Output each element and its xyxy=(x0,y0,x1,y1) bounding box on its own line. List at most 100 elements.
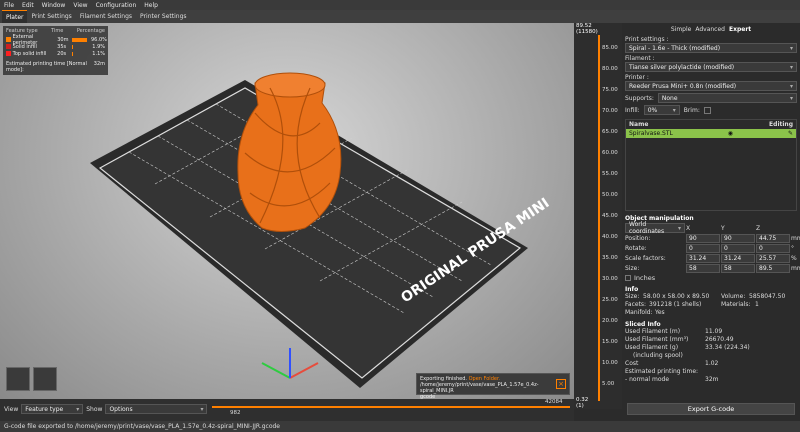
sliced-key: Cost xyxy=(625,360,639,367)
tab-bar: Plater Print Settings Filament Settings … xyxy=(0,10,800,23)
menu-help[interactable]: Help xyxy=(144,2,158,9)
rotate-x-input[interactable]: 0 xyxy=(686,244,720,253)
supports-select[interactable]: None ▾ xyxy=(657,93,797,103)
3d-view-icon[interactable] xyxy=(6,367,30,391)
legend-time: 20s xyxy=(57,50,67,57)
eye-icon[interactable]: ◉ xyxy=(728,130,733,137)
chevron-down-icon: ▾ xyxy=(200,405,204,413)
rotate-z-input[interactable]: 0 xyxy=(756,244,790,253)
info-volume-value: 5858047.50 xyxy=(749,293,786,300)
legend-row[interactable]: Top solid infill 20s 1.1% xyxy=(6,50,105,57)
supports-label: Supports: xyxy=(625,94,654,102)
printer-select[interactable]: Reeder Prusa Mini+ 0.8n (modified) ▾ xyxy=(625,81,797,91)
menu-view[interactable]: View xyxy=(73,2,87,9)
mode-advanced[interactable]: Advanced xyxy=(695,26,725,33)
position-x-input[interactable]: 90 xyxy=(686,234,720,243)
layers-view-icon[interactable] xyxy=(33,367,57,391)
legend-estimate-value: 32m xyxy=(93,61,105,67)
bed-scene: ORIGINAL PRUSA MINI xyxy=(90,72,552,388)
size-x-input[interactable]: 58 xyxy=(686,264,720,273)
chevron-down-icon: ▾ xyxy=(789,82,793,90)
filament-label: Filament : xyxy=(625,55,655,62)
legend-swatch xyxy=(6,44,11,49)
mode-simple[interactable]: Simple xyxy=(671,26,692,33)
scale-unit: % xyxy=(791,255,797,262)
position-z-input[interactable]: 44.75 xyxy=(756,234,790,243)
scale-label: Scale factors: xyxy=(625,255,666,262)
slider-tick-label: 10.00 xyxy=(602,360,618,366)
horizontal-slider[interactable] xyxy=(212,406,570,408)
edit-icon[interactable]: ✎ xyxy=(788,130,793,137)
tab-print-settings[interactable]: Print Settings xyxy=(27,10,75,23)
export-notification: Exporting finished. Open Folder. /home/j… xyxy=(416,373,570,399)
size-y-input[interactable]: 58 xyxy=(721,264,755,273)
inches-checkbox[interactable] xyxy=(625,275,631,281)
3d-viewport[interactable]: ORIGINAL PRUSA MINI Feature type Time Pe… xyxy=(0,23,574,399)
hslider-right-value: 42084 xyxy=(545,399,563,405)
slider-tick-label: 35.00 xyxy=(602,255,618,261)
tab-filament-settings[interactable]: Filament Settings xyxy=(76,10,136,23)
info-size-value: 58.00 x 58.00 x 89.50 xyxy=(643,293,710,300)
scale-y-input[interactable]: 31.24 xyxy=(721,254,755,263)
slider-bottom-layer: (1) xyxy=(576,403,584,409)
sliced-value: 1.02 xyxy=(705,360,719,367)
print-settings-select[interactable]: Spiral - 1.6e - Thick (modified) ▾ xyxy=(625,43,797,53)
sliced-key: Estimated printing time: xyxy=(625,368,699,375)
sliced-value: 11.09 xyxy=(705,328,723,335)
slider-tick-label: 80.00 xyxy=(602,66,618,72)
position-y-input[interactable]: 90 xyxy=(721,234,755,243)
view-toggle-group xyxy=(6,367,57,391)
filament-select[interactable]: Tianse silver polylactide (modified) ▾ xyxy=(625,62,797,72)
slider-tick-label: 65.00 xyxy=(602,129,618,135)
show-select[interactable]: Options ▾ xyxy=(105,404,208,414)
mode-expert[interactable]: Expert xyxy=(729,26,751,33)
slider-tick-label: 5.00 xyxy=(602,381,615,387)
slider-track[interactable] xyxy=(598,35,600,401)
slider-tick-label: 20.00 xyxy=(602,318,618,324)
list-item[interactable]: Spiralvase.STL ◉ ✎ xyxy=(626,129,796,138)
position-unit: mm xyxy=(791,235,800,242)
rotate-unit: ° xyxy=(791,245,794,252)
slider-tick-label: 75.00 xyxy=(602,87,618,93)
info-facets-value: 391218 (1 shells) xyxy=(649,301,702,308)
axis-x-label: X xyxy=(686,224,691,232)
coords-select[interactable]: World coordinates ▾ xyxy=(625,221,685,235)
menu-file[interactable]: File xyxy=(4,2,14,9)
close-icon[interactable]: × xyxy=(556,379,566,389)
axis-z-label: Z xyxy=(756,224,761,232)
layer-slider[interactable]: 89.52 (11580) 85.00 80.00 75.00 70.00 65.00 60… xyxy=(574,23,622,409)
legend-panel: Feature type Time Percentage External pe… xyxy=(3,26,108,75)
info-manifold-value: Yes xyxy=(655,309,665,316)
legend-row[interactable]: External perimeter 30m 96.0% xyxy=(6,34,107,46)
tab-plater[interactable]: Plater xyxy=(2,10,28,23)
tab-printer-settings[interactable]: Printer Settings xyxy=(136,10,190,23)
chevron-down-icon: ▾ xyxy=(76,405,80,413)
sliced-key: Used Filament (mm³) xyxy=(625,336,689,343)
legend-feature-name: Top solid infill xyxy=(12,50,47,57)
info-materials-label: Materials: xyxy=(721,301,751,308)
menu-window[interactable]: Window xyxy=(42,2,66,9)
axis-y-label: Y xyxy=(721,224,725,232)
slider-tick-label: 50.00 xyxy=(602,192,618,198)
chevron-down-icon: ▾ xyxy=(789,63,793,71)
legend-row[interactable]: Solid infill 35s 1.9% xyxy=(6,43,105,50)
export-gcode-button[interactable]: Export G-code xyxy=(627,403,795,415)
scale-x-input[interactable]: 31.24 xyxy=(686,254,720,263)
scale-z-input[interactable]: 25.57 xyxy=(756,254,790,263)
show-value: Options xyxy=(109,405,133,413)
legend-swatch xyxy=(6,51,11,56)
menu-edit[interactable]: Edit xyxy=(22,2,34,9)
view-select[interactable]: Feature type ▾ xyxy=(21,404,84,414)
legend-percentage-bar xyxy=(72,37,87,42)
object-name: Spiralvase.STL xyxy=(629,130,673,137)
infill-select[interactable]: 0% ▾ xyxy=(643,105,680,115)
slider-tick-label: 45.00 xyxy=(602,213,618,219)
brim-checkbox[interactable] xyxy=(703,106,711,114)
info-title: Info xyxy=(625,286,639,293)
rotate-label: Rotate: xyxy=(625,245,647,252)
legend-percentage: 1.9% xyxy=(92,43,105,50)
infill-label: Infill: xyxy=(625,106,640,114)
rotate-y-input[interactable]: 0 xyxy=(721,244,755,253)
size-z-input[interactable]: 89.5 xyxy=(756,264,790,273)
menu-configuration[interactable]: Configuration xyxy=(96,2,137,9)
